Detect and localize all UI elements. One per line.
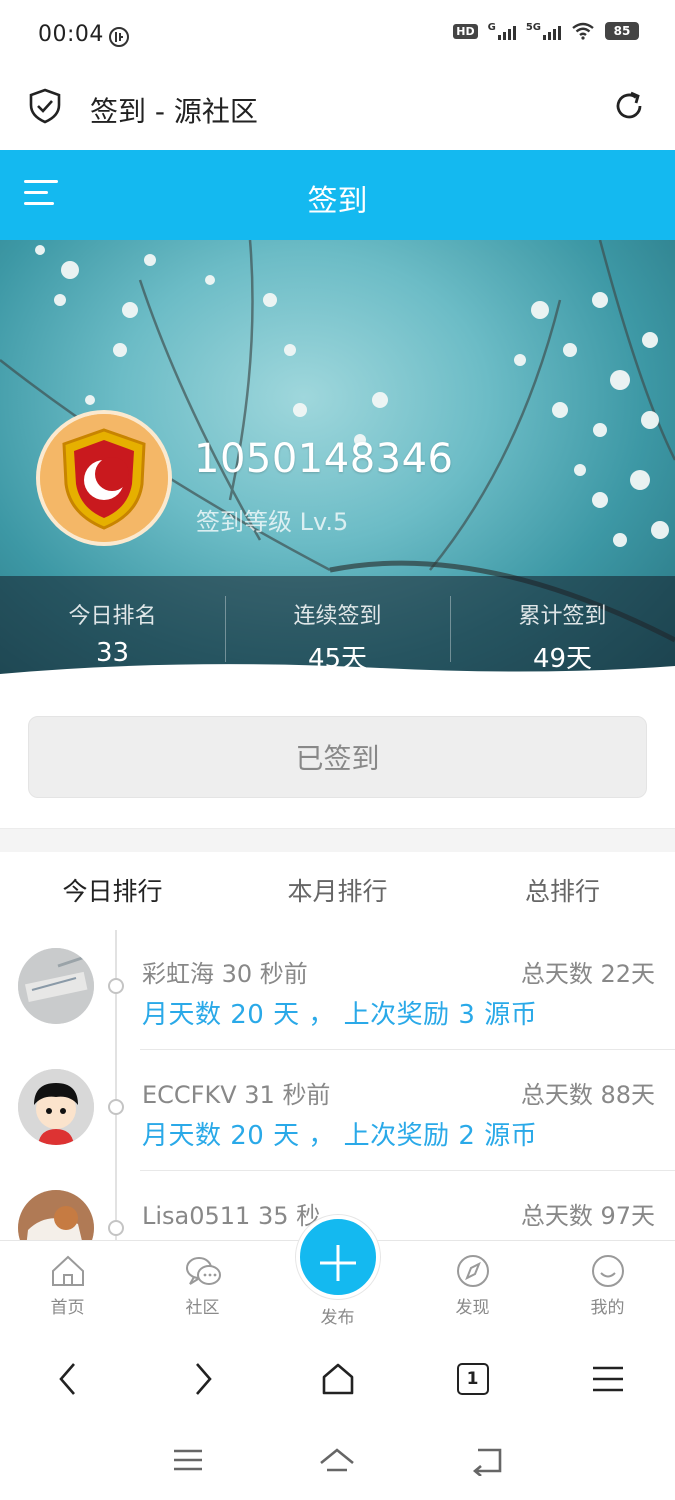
chevron-left-icon	[58, 1363, 75, 1395]
section-divider	[0, 828, 675, 852]
tabs-button[interactable]: 1	[405, 1334, 540, 1424]
browser-title-bar: 签到 - 源社区	[0, 72, 675, 150]
user-avatar[interactable]	[36, 410, 172, 546]
avatar[interactable]	[18, 1069, 94, 1145]
list-item[interactable]: ECCFKV 31 秒前 总天数 88天 月天数 20 天 ， 上次奖励 2 源…	[0, 1051, 675, 1171]
list-item[interactable]: 彩虹海 30 秒前 总天数 22天 月天数 20 天 ， 上次奖励 3 源币	[0, 930, 675, 1050]
system-nav	[0, 1424, 675, 1500]
user-name-time: 彩虹海 30 秒前	[142, 960, 308, 988]
menu-button[interactable]	[540, 1334, 675, 1424]
tab-count-icon: 1	[456, 1363, 489, 1395]
back-button[interactable]	[0, 1334, 135, 1424]
nav-label: 发现	[455, 1298, 490, 1318]
avatar[interactable]	[18, 948, 94, 1024]
sign-level: 签到等级 Lv.5	[196, 508, 349, 536]
row-separator	[140, 1170, 675, 1171]
total-days: 总天数 88天	[520, 1081, 655, 1109]
total-days: 总天数 97天	[520, 1202, 655, 1230]
forward-button[interactable]	[135, 1334, 270, 1424]
chevron-right-icon	[195, 1363, 212, 1395]
signal-5g-icon: 5G	[526, 22, 561, 40]
tab-all[interactable]: 总排行	[450, 852, 675, 928]
stat-label: 累计签到	[518, 604, 607, 629]
ranking-tabs: 今日排行 本月排行 总排行	[0, 852, 675, 928]
plus-icon	[319, 1245, 356, 1281]
home-outline-icon	[322, 1363, 353, 1395]
hd-icon: HD	[453, 23, 478, 39]
timeline-dot	[108, 1220, 124, 1236]
smile-icon	[591, 1255, 624, 1287]
nav-discover[interactable]: 发现	[405, 1241, 540, 1332]
avatar-image	[18, 948, 94, 1024]
nav-mine[interactable]: 我的	[540, 1241, 675, 1332]
tab-month[interactable]: 本月排行	[225, 852, 450, 928]
nav-label: 首页	[50, 1298, 85, 1318]
user-name-time: ECCFKV 31 秒前	[142, 1081, 331, 1109]
wave-divider	[0, 664, 675, 690]
total-days: 总天数 22天	[520, 960, 655, 988]
timeline-dot	[108, 978, 124, 994]
stat-label: 今日排名	[68, 604, 157, 629]
browser-nav: 1	[0, 1334, 675, 1424]
timeline-dot	[108, 1099, 124, 1115]
refresh-icon[interactable]	[611, 88, 647, 124]
month-reward-detail: 月天数 20 天 ， 上次奖励 2 源币	[142, 1121, 538, 1151]
status-bar: 00:04 HD G 5G 85	[0, 0, 675, 72]
chat-icon	[185, 1257, 221, 1285]
nav-community[interactable]: 社区	[135, 1241, 270, 1332]
system-back-icon[interactable]	[470, 1446, 504, 1476]
data-saver-icon	[109, 27, 129, 47]
row-separator	[140, 1049, 675, 1050]
avatar[interactable]	[18, 1190, 94, 1240]
nav-label: 发布	[320, 1308, 355, 1328]
profile-banner: 1050148346 签到等级 Lv.5 今日排名 33 连续签到 45天 累计…	[0, 240, 675, 690]
avatar-image	[18, 1069, 94, 1145]
username: 1050148346	[194, 436, 454, 482]
month-reward-detail: 月天数 20 天 ， 上次奖励 3 源币	[142, 1000, 538, 1030]
compass-icon	[456, 1255, 489, 1287]
nav-label: 我的	[590, 1298, 625, 1318]
wifi-icon	[572, 22, 594, 40]
signed-button[interactable]: 已签到	[28, 716, 647, 798]
home-icon	[51, 1255, 84, 1286]
tab-today[interactable]: 今日排行	[0, 852, 225, 928]
avatar-image	[18, 1190, 94, 1240]
shield-badge-icon	[40, 414, 168, 542]
page-title: 签到	[307, 184, 368, 219]
nav-publish[interactable]: 发布	[270, 1215, 405, 1332]
user-name-time: Lisa0511 35 秒	[142, 1202, 321, 1230]
menu-lines-icon	[592, 1366, 623, 1392]
battery-icon: 85	[605, 22, 639, 40]
status-icons: HD G 5G 85	[453, 22, 639, 40]
nav-home[interactable]: 首页	[0, 1241, 135, 1332]
signal-g-icon: G	[488, 22, 516, 40]
stat-label: 连续签到	[293, 604, 382, 629]
nav-label: 社区	[185, 1298, 220, 1318]
home-button[interactable]	[270, 1334, 405, 1424]
bottom-nav: 首页 社区 发布 发现 我的	[0, 1215, 675, 1332]
app-header: 签到	[0, 150, 675, 240]
status-time: 00:04	[38, 22, 104, 47]
system-home-icon[interactable]	[318, 1446, 356, 1476]
browser-page-title: 签到 - 源社区	[90, 95, 258, 128]
recent-apps-icon[interactable]	[172, 1446, 204, 1474]
publish-button[interactable]	[295, 1215, 380, 1299]
shield-check-icon[interactable]	[28, 88, 62, 124]
ranking-list: 彩虹海 30 秒前 总天数 22天 月天数 20 天 ， 上次奖励 3 源币 E…	[0, 930, 675, 1240]
